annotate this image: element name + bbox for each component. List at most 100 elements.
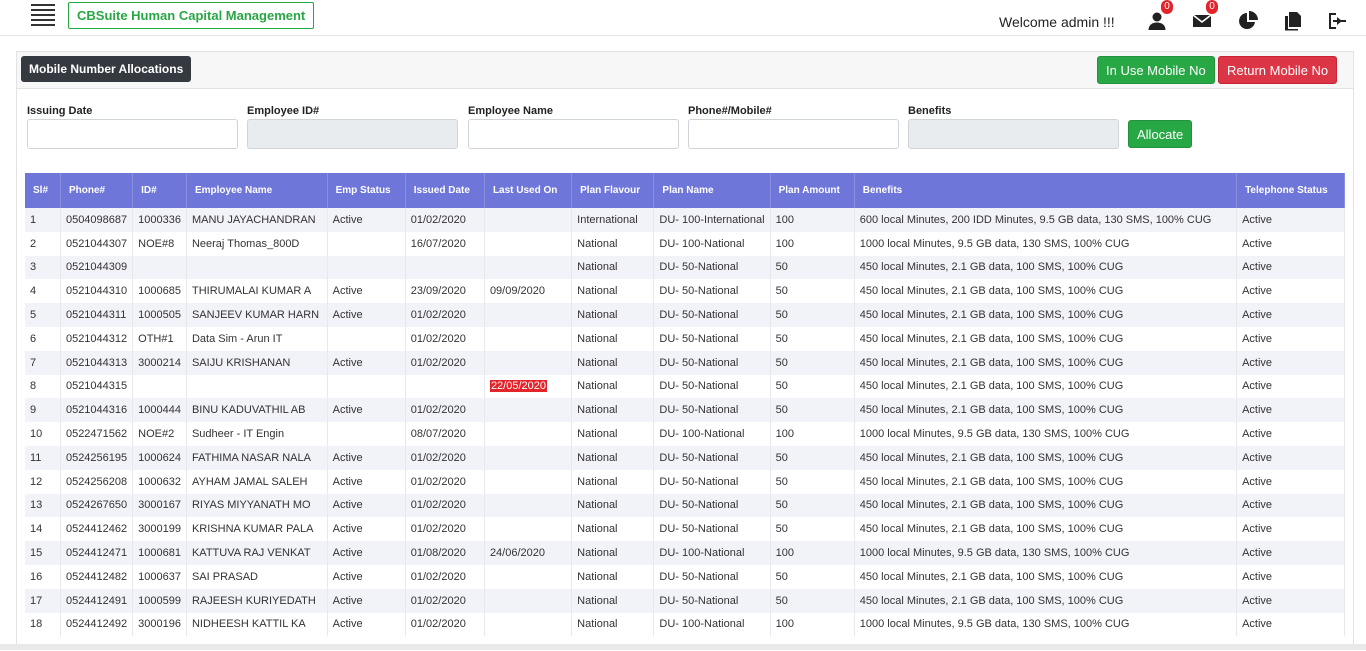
table-cell: 0522471562 [60,422,134,446]
benefits-field[interactable] [908,119,1119,149]
table-cell: 450 local Minutes, 2.1 GB data, 100 SMS,… [854,279,1238,304]
table-cell: 50 [770,374,855,399]
menu-icon[interactable] [31,4,55,26]
column-header[interactable]: Employee Name [186,173,328,208]
cell-text: 50 [775,309,788,322]
phone-field[interactable] [688,119,899,149]
table-cell: 6 [25,326,61,351]
table-cell [484,564,573,589]
cell-text: Active [332,309,363,322]
column-header[interactable]: Plan Name [653,173,771,208]
user-icon[interactable]: 0 [1147,0,1173,33]
panel-header: Mobile Number Allocations In Use Mobile … [17,52,1353,89]
horizontal-scrollbar[interactable] [0,644,1366,650]
table-cell [186,374,328,399]
column-header[interactable]: Plan Flavour [571,173,655,208]
table-cell: 12 [25,469,61,494]
table-row[interactable]: 12 0524256208 1000632 AYHAM JAMAL SALEH Acti… [25,469,1345,494]
table-cell: National [571,279,655,304]
table-cell: Active [1236,255,1345,280]
cell-text: 100 [775,547,794,560]
table-cell: National [571,350,655,375]
table-cell: 1000 local Minutes, 9.5 GB data, 130 SMS… [854,612,1238,637]
cell-text: 450 local Minutes, 2.1 GB data, 100 SMS,… [859,594,1124,607]
table-row[interactable]: 7 0521044313 3000214 SAIJU KRISHANAN Active 0… [25,350,1345,375]
allocate-button[interactable]: Allocate [1128,120,1193,148]
table-cell: Active [1236,612,1345,637]
table-row[interactable]: 1 0504098687 1000336 MANU JAYACHANDRAN Activ… [25,208,1345,232]
column-header[interactable]: Sl# [25,173,61,208]
table-cell [484,445,573,470]
table-cell: 0504098687 [60,208,134,232]
brand-logo[interactable]: CBSuite Human Capital Management [68,2,315,29]
cell-text: 1000 local Minutes, 9.5 GB data, 130 SMS… [859,428,1130,441]
table-cell: THIRUMALAI KUMAR A [186,279,328,304]
column-header[interactable]: Phone# [60,173,134,208]
column-header[interactable]: Issued Date [405,173,485,208]
table-cell: Active [327,612,406,637]
table-row[interactable]: 16 0524412482 1000637 SAI PRASAD Active 01/02… [25,564,1345,589]
cell-text: 0521044316 [65,404,128,417]
column-header[interactable]: Last Used On [484,173,573,208]
pie-chart-icon[interactable] [1238,11,1260,33]
cell-text: 15 [30,547,43,560]
mail-notification-badge: 0 [1206,0,1218,14]
table-row[interactable]: 3 0521044309 National DU- 50-National 50 450 … [25,255,1345,280]
table-row[interactable]: 5 0521044311 1000505 SANJEEV KUMAR HARN Acti… [25,303,1345,327]
table-cell: 100 [770,422,855,446]
cell-text: 4 [30,285,37,298]
cell-text: 01/02/2020 [410,451,466,464]
table-row[interactable]: 2 0521044307 NOE#8 Neeraj Thomas_800D 16/07/… [25,231,1345,256]
table-row[interactable]: 17 0524412491 1000599 RAJEESH KURIYEDATH Act… [25,588,1345,613]
mail-icon[interactable]: 0 [1192,0,1218,33]
sign-out-icon[interactable] [1327,11,1349,33]
cell-text: 0521044315 [65,380,128,393]
cell-text: DU- 100-National [659,618,745,631]
cell-text: 50 [775,499,788,512]
table-row[interactable]: 11 0524256195 1000624 FATHIMA NASAR NALA Act… [25,445,1345,470]
cell-text: DU- 50-National [659,499,739,512]
return-mobile-button[interactable]: Return Mobile No [1218,56,1338,84]
table-row[interactable]: 8 0521044315 22/05/2020 National DU- 50-Nati… [25,374,1345,399]
column-header[interactable]: Telephone Status [1236,173,1345,208]
cell-text: National [577,570,618,583]
column-header[interactable]: Emp Status [327,173,406,208]
cell-text: National [577,428,618,441]
table-cell: SAIJU KRISHANAN [186,350,328,375]
table-cell: 50 [770,303,855,327]
table-cell: 14 [25,517,61,542]
table-row[interactable]: 9 0521044316 1000444 BINU KADUVATHIL AB Acti… [25,398,1345,423]
table-row[interactable]: 13 0524267650 3000167 RIYAS MIYYANATH MO Act… [25,493,1345,518]
cell-text: SAIJU KRISHANAN [191,356,291,369]
employee-name-field[interactable] [468,119,679,149]
cell-text: 3 [30,261,37,274]
table-cell: BINU KADUVATHIL AB [186,398,328,423]
table-row[interactable]: 15 0524412471 1000681 KATTUVA RAJ VENKAT Act… [25,541,1345,565]
cell-text: 1000505 [138,309,181,322]
table-cell: National [571,326,655,351]
cell-text: National [577,261,618,274]
table-cell [484,493,573,518]
employee-id-field[interactable] [247,119,458,149]
column-header[interactable]: Plan Amount [770,173,855,208]
column-header[interactable]: ID# [132,173,187,208]
cell-text: 24/06/2020 [489,547,545,560]
table-row[interactable]: 6 0521044312 OTH#1 Data Sim - Arun IT 01/02/… [25,326,1345,351]
table-cell: 3000214 [132,350,187,375]
column-header[interactable]: Benefits [854,173,1238,208]
table-row[interactable]: 18 0524412492 3000196 NIDHEESH KATTIL KA Act… [25,612,1345,637]
cell-text: Active [332,547,363,560]
cell-text: NIDHEESH KATTIL KA [191,618,306,631]
table-cell: NOE#2 [132,422,187,446]
table-cell [484,588,573,613]
table-cell: 450 local Minutes, 2.1 GB data, 100 SMS,… [854,398,1238,423]
table-cell: OTH#1 [132,326,187,351]
copy-icon[interactable] [1283,11,1305,33]
table-row[interactable]: 14 0524412462 3000199 KRISHNA KUMAR PALA Act… [25,517,1345,542]
issuing-date-field[interactable] [27,119,238,149]
cell-text: 50 [775,261,788,274]
table-cell: 10 [25,422,61,446]
table-row[interactable]: 10 0522471562 NOE#2 Sudheer - IT Engin 08/07… [25,422,1345,446]
in-use-mobile-button[interactable]: In Use Mobile No [1097,56,1215,84]
table-row[interactable]: 4 0521044310 1000685 THIRUMALAI KUMAR A Acti… [25,279,1345,304]
